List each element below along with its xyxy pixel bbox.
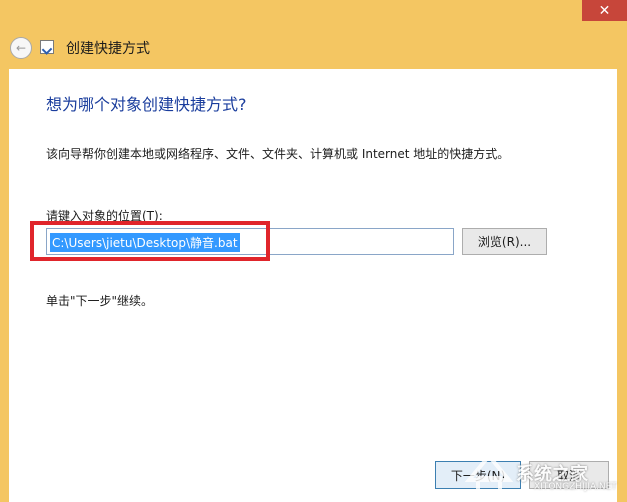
shortcut-icon — [40, 40, 54, 54]
page-description: 该向导帮你创建本地或网络程序、文件、文件夹、计算机或 Internet 地址的快… — [46, 147, 510, 161]
window-title: 创建快捷方式 — [66, 41, 150, 57]
page-heading: 想为哪个对象创建快捷方式? — [46, 95, 247, 114]
watermark-logo-icon — [464, 452, 514, 494]
browse-button[interactable]: 浏览(R)... — [462, 228, 547, 255]
wizard-panel: 想为哪个对象创建快捷方式? 该向导帮你创建本地或网络程序、文件、文件夹、计算机或… — [9, 69, 617, 502]
close-button[interactable]: ✕ — [582, 0, 627, 21]
continue-hint: 单击"下一步"继续。 — [46, 294, 154, 308]
back-button[interactable]: ← — [10, 37, 32, 59]
close-icon: ✕ — [598, 2, 611, 19]
highlight-annotation — [30, 221, 270, 261]
back-arrow-icon: ← — [15, 41, 27, 55]
watermark: 系统之家 XITONGZHIJIA.NET — [460, 448, 620, 496]
window-frame: ✕ ← 创建快捷方式 想为哪个对象创建快捷方式? 该向导帮你创建本地或网络程序、… — [0, 0, 627, 502]
watermark-url: XITONGZHIJIA.NET — [534, 482, 617, 492]
